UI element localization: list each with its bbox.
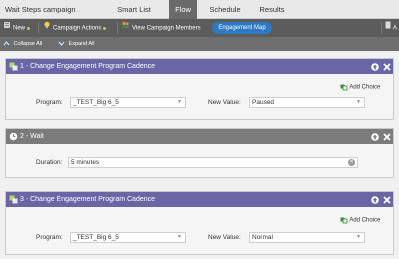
- duration-label: Duration:: [36, 159, 63, 166]
- expand-all-label: Expand All: [68, 41, 95, 47]
- toolbar: New Campaign Actions View Campaign Membe…: [0, 19, 399, 37]
- add-choice-label: Add Choice: [349, 217, 381, 224]
- flow-step-3: 3 - Change Engagement Program Cadence Ad…: [5, 191, 394, 255]
- tab-schedule[interactable]: Schedule: [197, 0, 253, 19]
- truncated-toolbar-item[interactable]: A: [385, 19, 397, 37]
- campaign-actions-label: Campaign Actions: [53, 25, 102, 32]
- duration-input[interactable]: 5 minutes ✕: [68, 157, 358, 168]
- view-campaign-members-button[interactable]: View Campaign Members: [121, 19, 201, 37]
- flow-step-1-body: Add Choice Program: _TEST_Big 6_5 ▼ New …: [6, 74, 393, 119]
- tab-smart-list[interactable]: Smart List: [110, 0, 158, 19]
- view-campaign-members-label: View Campaign Members: [132, 25, 201, 32]
- toolbar-divider: [117, 22, 118, 34]
- chevron-down-icon: ▼: [177, 234, 182, 240]
- lightbulb-icon: [43, 19, 51, 37]
- campaign-actions-button[interactable]: Campaign Actions: [43, 19, 107, 37]
- add-choice-button[interactable]: Add Choice: [340, 83, 380, 91]
- dropdown-dot-icon: [103, 26, 107, 30]
- flow-step-3-body: Add Choice Program: _TEST_Big 6_5 ▼ New …: [6, 207, 393, 254]
- chevron-down-icon: ▼: [177, 99, 182, 105]
- flow-step-1-title: 1 - Change Engagement Program Cadence: [20, 63, 156, 70]
- flow-step-2-title: 2 - Wait: [20, 133, 44, 140]
- tab-campaign-name[interactable]: Wait Steps campaign: [0, 0, 96, 19]
- dropdown-dot-icon: [27, 26, 31, 30]
- program-select[interactable]: _TEST_Big 6_5 ▼: [70, 97, 186, 108]
- collapse-all-button[interactable]: Collapse All: [3, 37, 42, 51]
- new-value-label: New Value:: [208, 99, 241, 106]
- truncated-toolbar-label: A: [393, 25, 398, 32]
- expand-icon: [58, 41, 69, 47]
- program-label: Program:: [36, 99, 63, 106]
- add-choice-icon: [340, 84, 349, 91]
- engagement-map-button[interactable]: Engagement Map: [212, 22, 272, 34]
- program-select[interactable]: _TEST_Big 6_5 ▼: [70, 232, 186, 243]
- chevron-down-icon: ▼: [356, 99, 361, 105]
- new-value-value: Normal: [252, 234, 273, 241]
- toolbar-divider: [38, 22, 39, 34]
- flow-step-2-header[interactable]: 2 - Wait: [6, 129, 393, 144]
- flow-step-3-title: 3 - Change Engagement Program Cadence: [20, 196, 156, 203]
- clear-icon[interactable]: ✕: [348, 159, 355, 166]
- new-label: New: [13, 25, 26, 32]
- tab-results[interactable]: Results: [253, 0, 291, 19]
- new-value-value: Paused: [252, 99, 275, 106]
- collapse-all-label: Collapse All: [13, 41, 43, 47]
- tab-bar: Wait Steps campaign Smart List Flow Sche…: [0, 0, 399, 19]
- new-value-select[interactable]: Normal ▼: [249, 232, 365, 243]
- new-value-label: New Value:: [208, 234, 241, 241]
- flow-step-1-header[interactable]: 1 - Change Engagement Program Cadence: [6, 59, 393, 74]
- people-icon: [121, 19, 130, 37]
- flow-step-2: 2 - Wait Duration: 5 minutes ✕: [5, 128, 394, 178]
- program-label: Program:: [36, 234, 63, 241]
- program-value: _TEST_Big 6_5: [73, 234, 119, 241]
- new-menu-button[interactable]: New: [3, 19, 31, 37]
- collapse-icon: [3, 41, 14, 47]
- new-value-select[interactable]: Paused ▼: [249, 97, 365, 108]
- flow-step-1: 1 - Change Engagement Program Cadence Ad…: [5, 58, 394, 120]
- flow-step-2-body: Duration: 5 minutes ✕: [6, 144, 393, 177]
- duration-value: 5 minutes: [71, 159, 100, 166]
- add-choice-label: Add Choice: [349, 84, 381, 91]
- document-icon: [385, 19, 391, 37]
- tab-flow[interactable]: Flow: [169, 0, 197, 19]
- flow-actions-bar: Collapse All Expand All: [0, 37, 399, 51]
- chevron-down-icon: ▼: [356, 234, 361, 240]
- expand-all-button[interactable]: Expand All: [58, 37, 95, 51]
- new-icon: [3, 19, 11, 37]
- add-choice-icon: [340, 217, 349, 224]
- add-choice-button[interactable]: Add Choice: [340, 216, 380, 224]
- program-value: _TEST_Big 6_5: [73, 99, 119, 106]
- toolbar-divider: [381, 22, 382, 34]
- flow-step-3-header[interactable]: 3 - Change Engagement Program Cadence: [6, 192, 393, 207]
